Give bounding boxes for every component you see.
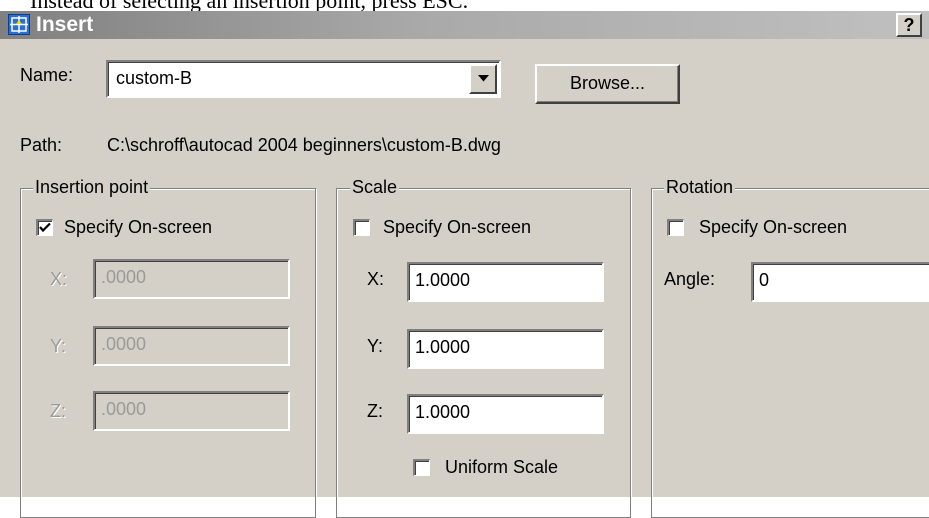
scale-x-label: X:: [367, 269, 385, 289]
insertion-specify-label: Specify On-screen: [64, 217, 213, 237]
uniform-scale-label: Uniform Scale: [445, 457, 559, 477]
scale-specify-label: Specify On-screen: [383, 217, 532, 237]
path-label: Path:: [20, 135, 63, 155]
insert-dialog: Insert ? Name: custom-B Browse... Path: …: [0, 11, 929, 518]
uniform-scale-checkbox[interactable]: [413, 459, 430, 476]
name-label: Name:: [20, 65, 74, 85]
insertion-point-legend: Insertion point: [33, 177, 151, 197]
scale-x-input[interactable]: 1.0000: [407, 262, 604, 302]
insertion-z-input[interactable]: .0000: [93, 391, 290, 431]
scale-legend: Scale: [350, 177, 400, 197]
insertion-y-input[interactable]: .0000: [93, 326, 290, 366]
insertion-x-label: X:: [50, 269, 68, 289]
rotation-specify-checkbox[interactable]: [667, 219, 684, 236]
name-combobox[interactable]: custom-B: [106, 60, 501, 98]
help-button[interactable]: ?: [896, 13, 922, 37]
scale-y-input[interactable]: 1.0000: [407, 329, 604, 369]
scale-specify-checkbox[interactable]: [353, 219, 370, 236]
insertion-y-label: Y:: [50, 336, 67, 356]
angle-label: Angle:: [664, 269, 716, 289]
rotation-legend: Rotation: [664, 177, 736, 197]
angle-input[interactable]: 0: [751, 262, 929, 302]
scale-z-input[interactable]: 1.0000: [407, 394, 604, 434]
dialog-title: Insert: [36, 13, 94, 36]
insertion-z-label: Z:: [50, 401, 66, 421]
insertion-specify-checkbox[interactable]: [36, 219, 53, 236]
insertion-x-input[interactable]: .0000: [93, 259, 290, 299]
chevron-down-icon: [477, 75, 489, 82]
path-value: C:\schroff\autocad 2004 beginners\custom…: [107, 135, 501, 155]
insert-block-icon: [8, 14, 30, 35]
name-combobox-value: custom-B: [116, 68, 193, 88]
scale-z-label: Z:: [367, 401, 383, 421]
name-dropdown-button[interactable]: [469, 64, 497, 94]
browse-button[interactable]: Browse...: [535, 64, 680, 104]
scale-y-label: Y:: [367, 336, 384, 356]
rotation-specify-label: Specify On-screen: [699, 217, 848, 237]
title-bar[interactable]: Insert ?: [0, 11, 929, 39]
checkmark-icon: [39, 222, 51, 233]
